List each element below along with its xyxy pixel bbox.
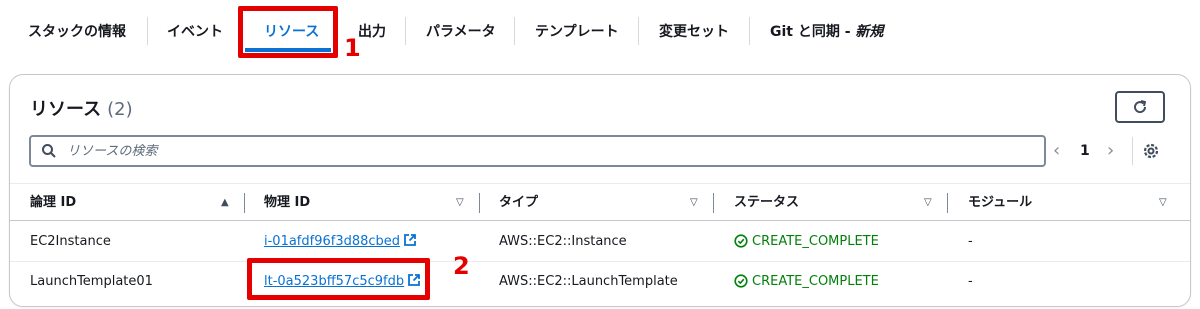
annotation-box-1 <box>238 6 338 58</box>
tab-divider <box>405 17 406 45</box>
status-text: CREATE_COMPLETE <box>752 274 879 289</box>
physical-id-cell: i-01afdf96f3d88cbed <box>264 222 417 262</box>
logical-id-cell: LaunchTemplate01 <box>30 274 153 289</box>
type-cell: AWS::EC2::Instance <box>499 234 627 249</box>
status-cell: CREATE_COMPLETE <box>734 222 879 262</box>
resource-search <box>29 135 1046 167</box>
external-link-icon[interactable] <box>403 233 417 247</box>
status-text: CREATE_COMPLETE <box>752 234 879 249</box>
column-resizer[interactable] <box>947 193 948 213</box>
sort-icon[interactable]: ▽ <box>690 197 698 208</box>
table-header: 論理 ID ▲ 物理 ID ▽ タイプ ▽ ステータス ▽ モジュール ▽ <box>10 183 1190 222</box>
sort-icon[interactable]: ▽ <box>924 197 932 208</box>
module-cell: - <box>968 274 973 289</box>
sort-ascending-icon[interactable]: ▲ <box>221 197 229 208</box>
search-icon <box>42 144 56 158</box>
tab-change-sets[interactable]: 変更セット <box>659 12 729 52</box>
stack-tabs: スタックの情報 イベント リソース 出力 パラメータ テンプレート 変更セット … <box>0 0 1200 62</box>
success-check-icon <box>734 234 748 248</box>
sort-icon[interactable]: ▽ <box>1159 197 1167 208</box>
new-badge: 新規 <box>855 24 884 40</box>
resource-count: (2) <box>107 99 133 120</box>
search-input[interactable] <box>67 137 1027 165</box>
column-resizer[interactable] <box>479 193 480 213</box>
physical-id-link[interactable]: i-01afdf96f3d88cbed <box>264 234 400 249</box>
tab-divider <box>147 17 148 45</box>
refresh-icon <box>1134 100 1147 114</box>
status-cell: CREATE_COMPLETE <box>734 262 879 302</box>
success-check-icon <box>734 274 748 288</box>
type-cell: AWS::EC2::LaunchTemplate <box>499 274 678 289</box>
next-page-button[interactable]: › <box>1107 137 1114 165</box>
tab-git-sync-label: Git と同期 - <box>770 24 856 40</box>
panel-title: リソース (2) <box>30 95 133 121</box>
tab-divider <box>749 17 750 45</box>
tab-template[interactable]: テンプレート <box>535 12 619 52</box>
annotation-box-2 <box>247 258 430 300</box>
column-header-logical-id[interactable]: 論理 ID <box>30 184 76 222</box>
table-row: EC2Instance i-01afdf96f3d88cbed AWS::EC2… <box>10 222 1190 262</box>
annotation-number-2: 2 <box>453 252 470 280</box>
column-header-physical-id[interactable]: 物理 ID <box>264 184 310 222</box>
previous-page-button[interactable]: ‹ <box>1053 137 1060 165</box>
table-row: LaunchTemplate01 lt-0a523bff57c5c9fdb AW… <box>10 262 1190 302</box>
page-number[interactable]: 1 <box>1080 137 1090 165</box>
module-cell: - <box>968 234 973 249</box>
column-header-type[interactable]: タイプ <box>499 184 538 222</box>
logical-id-cell: EC2Instance <box>30 234 111 249</box>
refresh-button[interactable] <box>1115 91 1165 123</box>
tab-divider <box>514 17 515 45</box>
resources-panel: リソース(2) ‹ 1 › 論理 ID ▲ 物理 ID ▽ タイプ ▽ ステータ… <box>9 74 1191 307</box>
settings-gear-icon[interactable] <box>1141 141 1161 161</box>
tab-parameters[interactable]: パラメータ <box>426 12 496 52</box>
column-header-status[interactable]: ステータス <box>734 184 799 222</box>
panel-title-text: リソース <box>30 99 102 120</box>
pager-divider <box>1132 137 1133 165</box>
column-header-module[interactable]: モジュール <box>968 184 1032 222</box>
tab-stack-info[interactable]: スタックの情報 <box>28 12 126 52</box>
column-resizer[interactable] <box>244 193 245 213</box>
sort-icon[interactable]: ▽ <box>456 197 464 208</box>
column-resizer[interactable] <box>713 193 714 213</box>
tab-events[interactable]: イベント <box>167 12 223 52</box>
tab-divider <box>638 17 639 45</box>
tab-git-sync[interactable]: Git と同期 - 新規 <box>770 12 883 52</box>
tab-outputs[interactable]: 出力 <box>358 12 386 52</box>
annotation-number-1: 1 <box>344 34 361 62</box>
